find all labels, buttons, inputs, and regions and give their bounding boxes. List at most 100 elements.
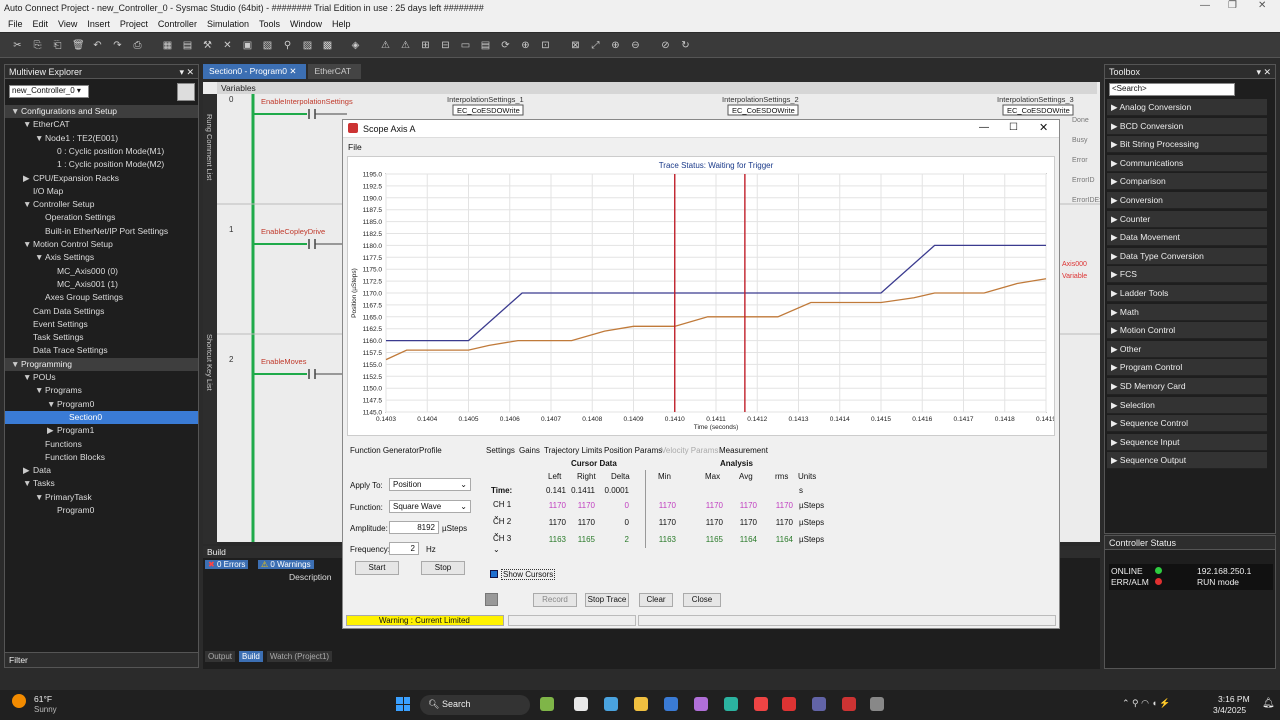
chevron-right-icon[interactable]: ▶ <box>23 464 33 477</box>
tray-icons[interactable]: ⌃ ⚲ ◠ ◖ ⚡ <box>1122 698 1171 709</box>
toolbar-icon[interactable]: ⊞ <box>420 40 431 51</box>
tree-item[interactable]: ▼ Node1 : TE2(E001) <box>5 132 198 145</box>
taskbar-app-icon[interactable] <box>604 697 618 711</box>
taskbar-app-icon[interactable] <box>694 697 708 711</box>
controller-icon[interactable] <box>177 83 195 101</box>
toolbar-icon[interactable]: ▩ <box>322 40 333 51</box>
taskbar-app-icon[interactable] <box>664 697 678 711</box>
toolbar-icon[interactable]: ⟳ <box>500 40 511 51</box>
windows-start-icon[interactable] <box>396 697 410 711</box>
errors-filter[interactable]: ✖ 0 Errors <box>205 560 249 569</box>
chevron-down-icon[interactable]: ▼ <box>23 477 33 490</box>
chevron-down-icon[interactable]: ▼ <box>35 132 45 145</box>
toolbar-icon[interactable]: ▨ <box>302 40 313 51</box>
toolbox-item[interactable]: ▶ Selection <box>1107 396 1267 414</box>
show-cursors-label[interactable]: Show Cursors <box>501 569 556 580</box>
toolbar-icon[interactable]: ⊟ <box>440 40 451 51</box>
scope-chart[interactable]: Trace Status: Waiting for Trigger 1195.0 1… <box>347 156 1056 436</box>
warnings-filter[interactable]: ⚠ 0 Warnings <box>258 560 314 569</box>
close-icon[interactable]: ✕ <box>1039 121 1048 134</box>
menu-item-edit[interactable]: Edit <box>33 19 49 29</box>
toolbar-icon[interactable]: ⎙ <box>132 40 143 51</box>
chevron-down-icon[interactable]: ▼ <box>23 371 33 384</box>
tab-function-generator[interactable]: Function Generator <box>350 446 419 455</box>
variables-bar[interactable]: Variables <box>217 82 1097 94</box>
frequency-input[interactable]: 2 <box>389 542 419 555</box>
toolbox-item[interactable]: ▶ FCS <box>1107 266 1267 284</box>
toolbar-icon[interactable]: ✕ <box>222 40 233 51</box>
toolbar-icon[interactable]: ▤ <box>182 40 193 51</box>
toolbar-icon[interactable]: ▤ <box>480 40 491 51</box>
output-tab[interactable]: Watch (Project1) <box>266 651 333 662</box>
chevron-down-icon[interactable]: ▼ <box>11 358 21 371</box>
start-button[interactable]: Start <box>355 561 399 575</box>
output-tab[interactable]: Output <box>205 651 236 662</box>
menu-item-controller[interactable]: Controller <box>158 19 197 29</box>
chevron-right-icon[interactable]: ▶ <box>47 424 57 437</box>
tree-item[interactable]: Axes Group Settings <box>5 291 198 304</box>
tree-item[interactable]: ▼ Programming <box>5 357 198 371</box>
toolbar-icon[interactable]: ⊖ <box>630 40 641 51</box>
tree-item[interactable]: Data Trace Settings <box>5 344 198 357</box>
toolbox-item[interactable]: ▶ Bit String Processing <box>1107 136 1267 154</box>
tree-item[interactable]: Program0 <box>5 504 198 517</box>
toolbar-icon[interactable]: ⤢ <box>590 40 601 51</box>
output-tab[interactable]: Build <box>239 651 263 662</box>
taskbar-app-icon[interactable] <box>634 697 648 711</box>
menu-item-file[interactable]: File <box>8 19 23 29</box>
menu-item-insert[interactable]: Insert <box>87 19 110 29</box>
scope-file-menu[interactable]: File <box>348 142 362 152</box>
apply-to-select[interactable]: Position ⌄ <box>389 478 471 491</box>
tree-item[interactable]: MC_Axis000 (0) <box>5 265 198 278</box>
chevron-down-icon[interactable]: ▼ <box>23 238 33 251</box>
tree-item[interactable]: 1 : Cyclic position Mode(M2) <box>5 158 198 171</box>
tree-item[interactable]: Event Settings <box>5 318 198 331</box>
notification-icon[interactable]: 🔔︎ <box>1262 698 1275 709</box>
tree-item[interactable]: ▼ Motion Control Setup <box>5 238 198 251</box>
toolbar-icon[interactable]: ▦ <box>162 40 173 51</box>
taskbar-app-icon[interactable] <box>540 697 554 711</box>
tree-item[interactable]: ▶ Data <box>5 464 198 477</box>
tree-item[interactable]: ▼ POUs <box>5 371 198 384</box>
toolbar-icon[interactable]: ⊕ <box>610 40 621 51</box>
close-icon[interactable]: ✕ <box>1258 0 1266 11</box>
taskbar-app-icon[interactable] <box>574 697 588 711</box>
pin-icon[interactable]: ▾ ✕ <box>179 67 194 78</box>
menu-item-help[interactable]: Help <box>332 19 351 29</box>
tab-section0[interactable]: Section0 - Program0 ✕ <box>203 64 307 79</box>
tree-item[interactable]: ▼ Tasks <box>5 477 198 490</box>
tree-item[interactable]: MC_Axis001 (1) <box>5 278 198 291</box>
toolbar-icon[interactable]: ⊘ <box>660 40 671 51</box>
rung-comment-list[interactable]: Rung Comment List <box>205 114 214 180</box>
toolbox-item[interactable]: ▶ Sequence Control <box>1107 415 1267 433</box>
maximize-icon[interactable]: ❐ <box>1228 0 1237 11</box>
toolbar-icon[interactable]: ▧ <box>262 40 273 51</box>
maximize-icon[interactable]: ☐ <box>1009 122 1018 133</box>
clear-button[interactable]: Clear <box>639 593 673 607</box>
tree-item[interactable]: ▼ Program0 <box>5 398 198 411</box>
tab-velocity-params[interactable]: Velocity Params <box>661 446 718 455</box>
tab-position-params[interactable]: Position Params <box>604 446 662 455</box>
toolbox-item[interactable]: ▶ Program Control <box>1107 359 1267 377</box>
minimize-icon[interactable]: — <box>979 122 989 133</box>
tree-item[interactable]: 0 : Cyclic position Mode(M1) <box>5 145 198 158</box>
tree-item[interactable]: ▼ Axis Settings <box>5 251 198 264</box>
stop-button[interactable]: Stop <box>421 561 465 575</box>
toolbar-icon[interactable]: ↷ <box>112 40 123 51</box>
amplitude-input[interactable]: 8192 <box>389 521 439 534</box>
toolbox-search[interactable]: <Search> <box>1109 83 1235 96</box>
taskbar-app-icon[interactable] <box>812 697 826 711</box>
toolbox-item[interactable]: ▶ Motion Control <box>1107 322 1267 340</box>
toolbar-icon[interactable]: ⎘ <box>32 40 43 51</box>
toolbar-icon[interactable]: ↶ <box>92 40 103 51</box>
tree-item[interactable]: Built-in EtherNet/IP Port Settings <box>5 225 198 238</box>
tree-item[interactable]: ▼ Programs <box>5 384 198 397</box>
shortcut-key-list[interactable]: Shortcut Key List <box>205 334 214 391</box>
tree-item[interactable]: Functions <box>5 438 198 451</box>
filter-bar[interactable]: Filter <box>4 652 199 668</box>
channel-select[interactable]: CH 1 ⌄ <box>490 499 523 520</box>
toolbox-item[interactable]: ▶ Communications <box>1107 154 1267 172</box>
toolbox-item[interactable]: ▶ Data Movement <box>1107 229 1267 247</box>
taskbar-search[interactable]: 🔍︎ Search <box>420 695 530 715</box>
tree-item[interactable]: ▶ CPU/Expansion Racks <box>5 172 198 185</box>
